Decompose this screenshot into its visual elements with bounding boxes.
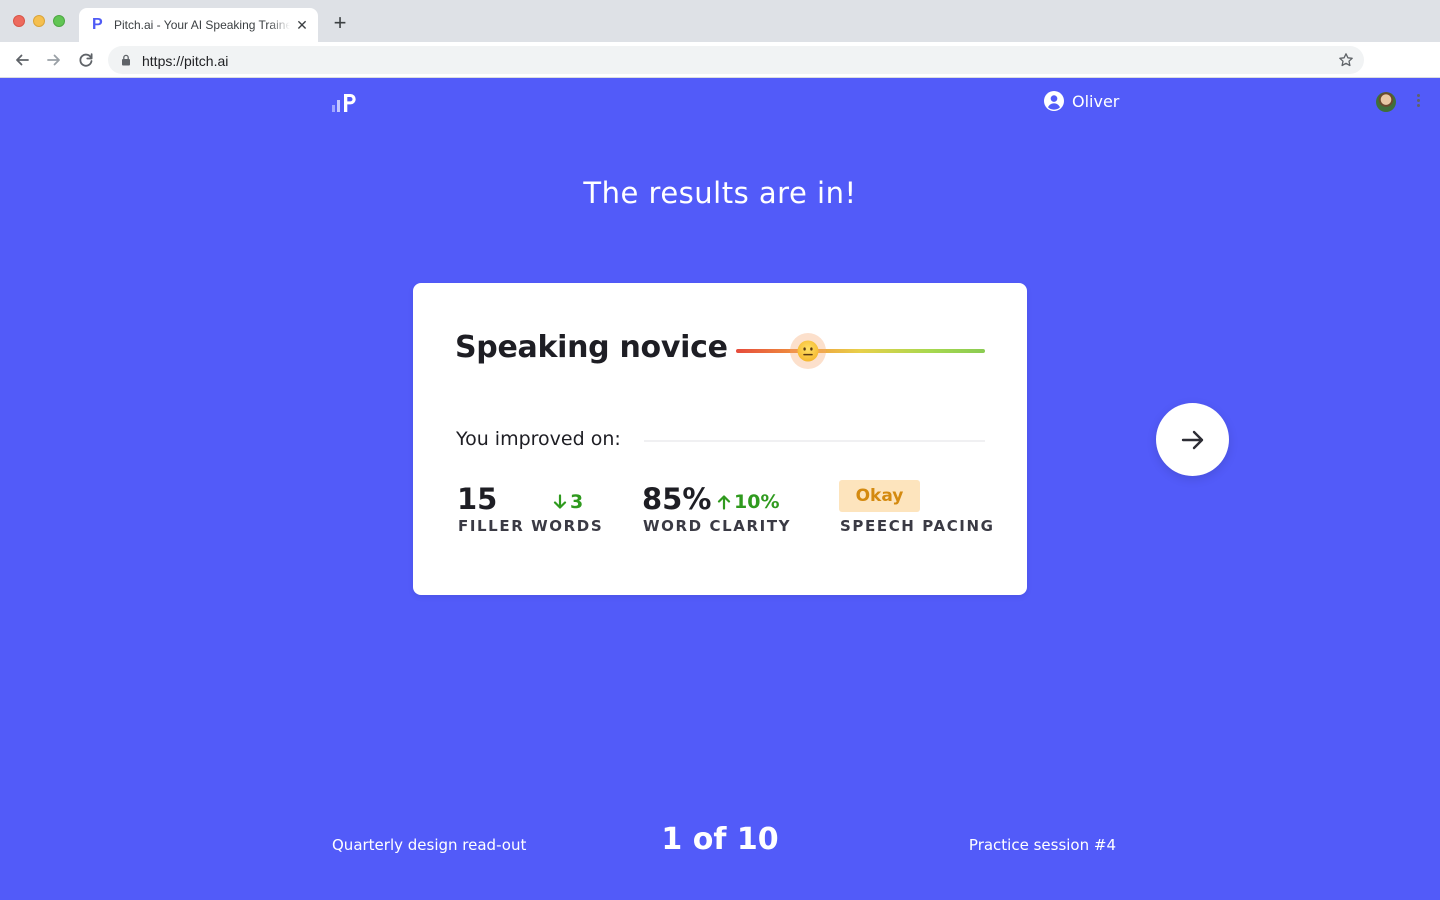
user-account-icon [1044,91,1064,111]
filler-words-delta: 3 [553,491,583,513]
address-bar[interactable]: https://pitch.ai [108,46,1364,74]
window-minimize-button[interactable] [33,15,45,27]
word-clarity-label: WORD CLARITY [643,517,792,535]
result-progress: 1 of 10 [661,822,779,857]
word-clarity-delta: 10% [717,491,779,513]
stat-word-clarity: 85% 10% WORD CLARITY [642,481,790,535]
back-arrow-icon[interactable] [12,50,32,70]
neutral-face-emoji-icon [797,340,819,362]
tab-title: Pitch.ai - Your AI Speaking Trainer [114,18,290,32]
speech-pacing-label: SPEECH PACING [840,517,995,535]
url-text[interactable]: https://pitch.ai [142,53,228,69]
browser-tab-bar: P Pitch.ai - Your AI Speaking Trainer ✕ … [0,0,1440,42]
pitch-logo-icon[interactable] [332,92,360,114]
user-name: Oliver [1072,91,1120,111]
new-tab-button[interactable]: + [329,12,351,35]
divider [644,440,985,442]
improved-label: You improved on: [456,428,621,450]
next-result-button[interactable] [1156,403,1229,476]
arrow-down-icon [553,494,567,509]
reload-icon[interactable] [76,50,96,70]
profile-avatar[interactable] [1376,92,1396,112]
browser-tab[interactable]: P Pitch.ai - Your AI Speaking Trainer ✕ [79,8,318,42]
user-menu[interactable]: Oliver [1044,90,1119,112]
word-clarity-delta-value: 10% [734,491,780,513]
skill-meter-track [736,349,985,353]
arrow-up-icon [717,495,731,510]
filler-words-value: 15 [457,482,498,516]
lock-icon [122,54,130,66]
results-headline: The results are in! [583,176,857,210]
window-close-button[interactable] [13,15,25,27]
pitch-favicon-icon: P [92,16,103,33]
stat-filler-words: 15 3 FILLER WORDS [457,481,602,535]
browser-toolbar: https://pitch.ai [0,42,1440,112]
filler-words-delta-value: 3 [570,491,584,513]
window-zoom-button[interactable] [53,15,65,27]
rank-title: Speaking novice [455,330,728,365]
forward-arrow-icon[interactable] [44,50,64,70]
filler-words-label: FILLER WORDS [458,517,604,535]
tab-close-icon[interactable]: ✕ [294,17,310,33]
browser-menu-icon[interactable] [1410,92,1426,112]
bookmark-star-icon[interactable] [1338,52,1354,68]
results-card: Speaking novice You improved on: 15 3 FI… [413,283,1027,595]
speech-pacing-badge: Okay [839,480,920,512]
arrow-right-icon [1181,430,1203,449]
word-clarity-value: 85% [642,482,712,516]
practice-session-label: Practice session #4 [968,836,1116,854]
